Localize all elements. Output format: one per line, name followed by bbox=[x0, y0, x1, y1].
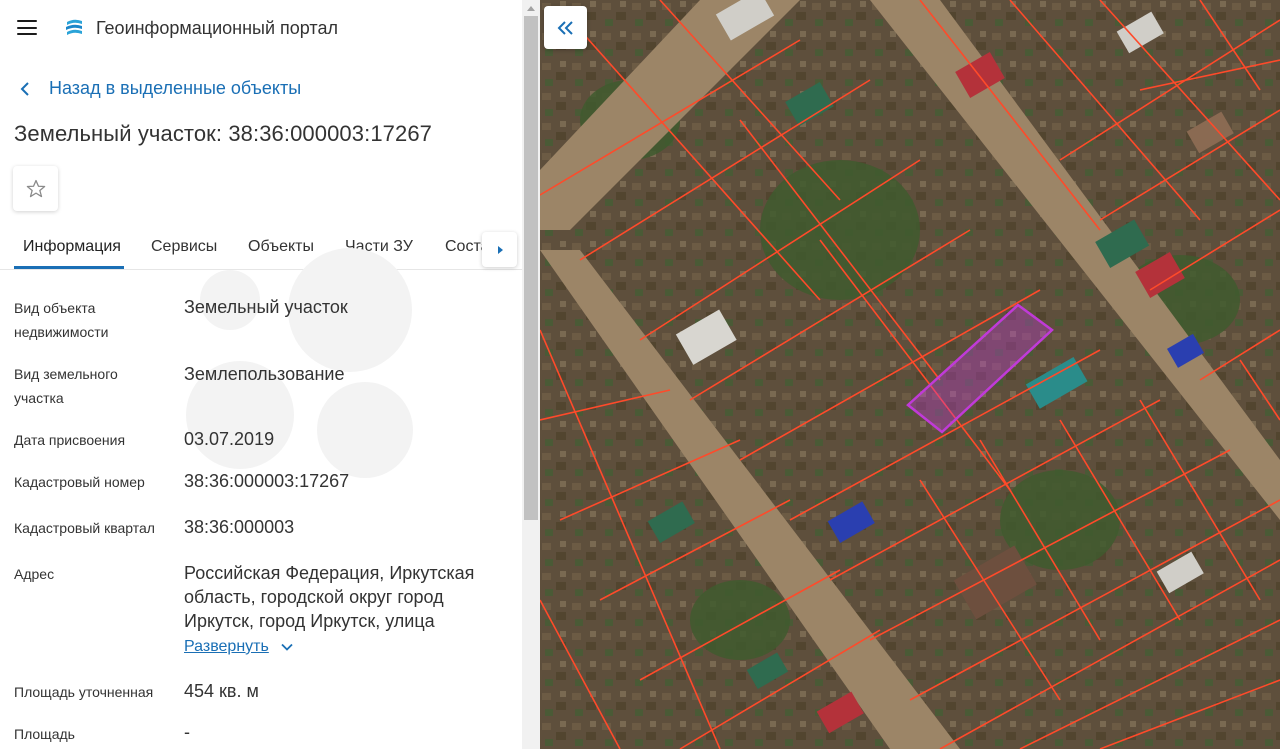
tab-information[interactable]: Информация bbox=[23, 238, 121, 256]
top-bar: Геоинформационный портал bbox=[0, 0, 522, 56]
star-outline-icon bbox=[26, 179, 45, 197]
portal-logo-icon bbox=[66, 19, 82, 35]
chevron-down-icon bbox=[281, 643, 293, 651]
tab-objects[interactable]: Объекты bbox=[248, 238, 314, 256]
field-label-cadastral-block: Кадастровый квартал bbox=[14, 520, 155, 536]
hamburger-menu-icon[interactable] bbox=[17, 20, 37, 35]
field-label-assign-date: Дата присвоения bbox=[14, 432, 126, 448]
active-tab-indicator bbox=[14, 266, 124, 269]
scroll-up-arrow-icon[interactable] bbox=[522, 0, 540, 16]
expand-link-label: Развернуть bbox=[184, 638, 269, 655]
field-label-object-type: Вид объекта недвижимости bbox=[14, 300, 109, 340]
back-to-selection-link[interactable]: Назад в выделенные объекты bbox=[18, 78, 301, 99]
map-view[interactable] bbox=[540, 0, 1280, 749]
field-value-cadastral-number: 38:36:000003:17267 bbox=[184, 471, 350, 491]
satellite-map-image[interactable] bbox=[540, 0, 1280, 749]
expand-address-link[interactable]: Развернуть bbox=[184, 638, 293, 656]
field-label-address: Адрес bbox=[14, 566, 55, 582]
collapse-panel-button[interactable] bbox=[544, 6, 587, 49]
field-value-assign-date: 03.07.2019 bbox=[184, 429, 275, 449]
panel-scrollbar[interactable] bbox=[522, 0, 540, 749]
field-value-address: Российская Федерация, Иркутская область,… bbox=[184, 563, 475, 631]
field-value-specified-area: 454 кв. м bbox=[184, 681, 259, 701]
back-link-label: Назад в выделенные объекты bbox=[49, 78, 302, 98]
page-title: Земельный участок: 38:36:000003:17267 bbox=[14, 121, 432, 146]
tab-parts[interactable]: Части ЗУ bbox=[345, 238, 413, 256]
field-value-cadastral-block: 38:36:000003 bbox=[184, 517, 295, 537]
chevron-left-icon bbox=[20, 81, 29, 96]
field-label-parcel-type: Вид земельного участка bbox=[14, 366, 118, 406]
field-label-area: Площадь bbox=[14, 726, 75, 742]
field-value-area: - bbox=[184, 722, 190, 742]
tabs-next-button[interactable] bbox=[482, 232, 517, 267]
caret-right-icon bbox=[497, 245, 503, 254]
app-title: Геоинформационный портал bbox=[96, 18, 338, 38]
info-panel: Геоинформационный портал Назад в выделен… bbox=[0, 0, 540, 749]
favorite-button[interactable] bbox=[13, 166, 58, 211]
tab-bar: Информация Сервисы Объекты Части ЗУ Сост… bbox=[0, 230, 522, 270]
tab-services[interactable]: Сервисы bbox=[151, 238, 217, 256]
field-value-object-type: Земельный участок bbox=[184, 297, 348, 317]
field-label-specified-area: Площадь уточненная bbox=[14, 684, 154, 700]
field-label-cadastral-number: Кадастровый номер bbox=[14, 474, 145, 490]
double-chevron-left-icon bbox=[557, 20, 573, 35]
scrollbar-thumb[interactable] bbox=[524, 16, 538, 520]
field-value-parcel-type: Землепользование bbox=[184, 364, 345, 384]
